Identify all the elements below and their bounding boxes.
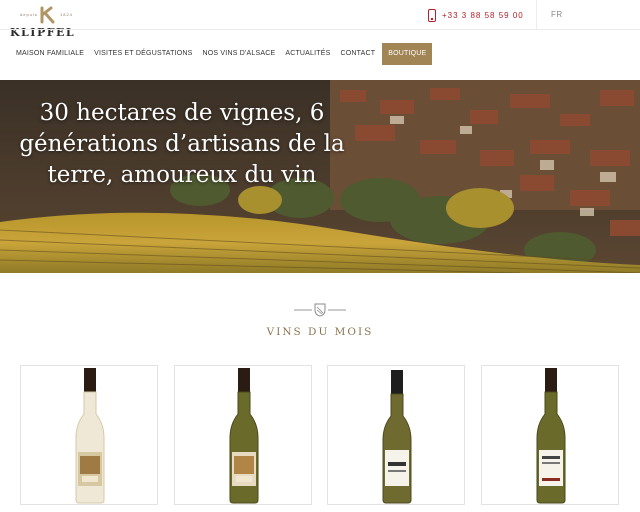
shield-ornament-icon xyxy=(294,303,346,317)
wine-bottle-icon xyxy=(536,368,566,504)
section-title: VINS DU MOIS xyxy=(266,326,374,338)
header-divider xyxy=(0,29,640,30)
mobile-phone-icon xyxy=(428,8,436,22)
nav-item-nos-vins[interactable]: NOS VINS D'ALSACE xyxy=(198,43,281,65)
logo-emblem: depuis 1824 xyxy=(10,6,90,24)
logo-tagline-left: depuis xyxy=(20,12,38,17)
wine-bottle-icon xyxy=(229,368,259,504)
nav-item-contact[interactable]: CONTACT xyxy=(336,43,381,65)
nav-item-boutique[interactable]: BOUTIQUE xyxy=(382,43,433,65)
hero-banner: 30 hectares de vignes, 6 générations d’a… xyxy=(0,80,640,273)
brand-name: KLIPFEL xyxy=(10,26,76,39)
brand-logo[interactable]: depuis 1824 KLIPFEL xyxy=(10,4,90,40)
wine-card-2[interactable] xyxy=(174,365,312,505)
wine-card-3[interactable] xyxy=(327,365,465,505)
site-header: depuis 1824 KLIPFEL +33 3 88 58 59 00 FR… xyxy=(0,0,640,80)
phone-link[interactable]: +33 3 88 58 59 00 xyxy=(428,6,524,24)
wine-card-4[interactable] xyxy=(481,365,619,505)
nav-item-actualites[interactable]: ACTUALITÉS xyxy=(280,43,335,65)
wine-card-1[interactable] xyxy=(20,365,158,505)
phone-number: +33 3 88 58 59 00 xyxy=(442,10,524,20)
language-selector[interactable]: FR xyxy=(551,10,563,19)
wine-bottle-icon xyxy=(75,368,105,504)
header-separator xyxy=(536,0,537,29)
hero-title: 30 hectares de vignes, 6 générations d’a… xyxy=(19,100,345,188)
nav-item-visites[interactable]: VISITES ET DÉGUSTATIONS xyxy=(89,43,197,65)
wine-bottle-icon xyxy=(382,370,412,504)
logo-tagline-right: 1824 xyxy=(60,12,73,17)
k-monogram-icon xyxy=(40,6,55,24)
main-nav: MAISON FAMILIALE VISITES ET DÉGUSTATIONS… xyxy=(13,43,433,65)
nav-item-maison-familiale[interactable]: MAISON FAMILIALE xyxy=(13,43,89,65)
